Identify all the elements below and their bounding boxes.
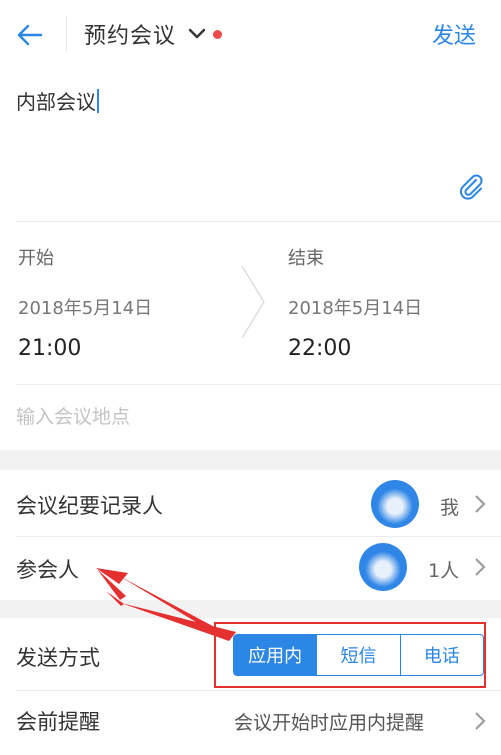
attendees-label[interactable]: 参会人 xyxy=(16,554,79,584)
subject-text: 内部会议 xyxy=(16,90,96,114)
chevron-right-icon[interactable] xyxy=(473,493,487,515)
avatar xyxy=(359,543,407,591)
unread-dot xyxy=(213,30,222,39)
end-date[interactable]: 2018年5月14日 xyxy=(288,294,422,320)
chevron-down-icon[interactable] xyxy=(187,24,207,44)
recorder-label[interactable]: 会议纪要记录人 xyxy=(16,490,163,520)
send-button[interactable]: 发送 xyxy=(432,18,476,50)
chevron-right-icon[interactable] xyxy=(473,710,487,732)
section-gap xyxy=(0,450,501,470)
send-method-label: 发送方式 xyxy=(16,646,100,670)
start-label: 开始 xyxy=(18,248,54,269)
recorder-value[interactable]: 我 xyxy=(440,493,459,520)
divider xyxy=(16,384,501,385)
annotation-highlight-box xyxy=(214,622,486,688)
back-arrow-icon[interactable] xyxy=(14,20,44,50)
divider xyxy=(16,536,501,537)
top-bar: 预约会议 发送 xyxy=(0,0,501,68)
start-time[interactable]: 21:00 xyxy=(18,336,81,361)
page-title[interactable]: 预约会议 xyxy=(84,18,176,50)
attendees-value[interactable]: 1人 xyxy=(428,556,459,583)
paperclip-icon[interactable] xyxy=(456,172,486,202)
divider xyxy=(16,690,501,691)
chevron-right-icon xyxy=(241,265,265,339)
end-time[interactable]: 22:00 xyxy=(288,336,351,361)
header-divider xyxy=(66,16,67,52)
start-date[interactable]: 2018年5月14日 xyxy=(18,294,152,320)
section-gap xyxy=(0,600,501,618)
reminder-value[interactable]: 会议开始时应用内提醒 xyxy=(234,708,424,735)
chevron-right-icon[interactable] xyxy=(473,556,487,578)
end-label: 结束 xyxy=(288,248,324,269)
location-input[interactable]: 输入会议地点 xyxy=(16,402,130,429)
avatar xyxy=(371,480,419,528)
subject-input[interactable]: 内部会议 xyxy=(16,86,99,115)
divider xyxy=(16,221,501,222)
reminder-label[interactable]: 会前提醒 xyxy=(16,706,100,736)
text-cursor xyxy=(97,89,99,113)
